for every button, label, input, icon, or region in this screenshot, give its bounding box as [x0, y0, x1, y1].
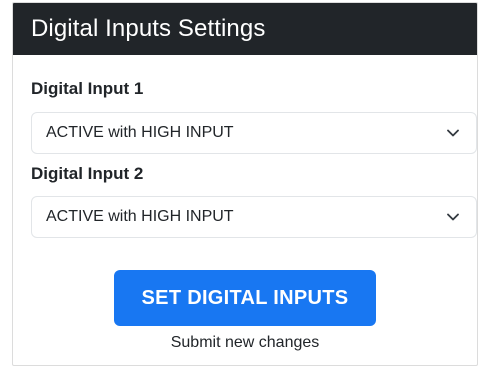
- submit-note: Submit new changes: [170, 334, 320, 351]
- panel-body: Digital Input 1 ACTIVE with HIGH INPUT D…: [13, 55, 477, 352]
- digital-input-2-select[interactable]: ACTIVE with HIGH INPUT: [31, 196, 477, 238]
- panel-title: Digital Inputs Settings: [31, 15, 266, 42]
- set-digital-inputs-button[interactable]: SET DIGITAL INPUTS: [114, 270, 376, 326]
- digital-inputs-settings-panel: Digital Inputs Settings Digital Input 1 …: [12, 2, 478, 366]
- panel-header: Digital Inputs Settings: [13, 3, 477, 55]
- chevron-down-icon: [446, 210, 460, 224]
- actions-area: SET DIGITAL INPUTS Submit new changes: [19, 270, 471, 352]
- digital-input-2-label: Digital Input 2: [31, 164, 144, 183]
- digital-input-1-select[interactable]: ACTIVE with HIGH INPUT: [31, 112, 477, 154]
- digital-input-2-value: ACTIVE with HIGH INPUT: [46, 208, 234, 225]
- digital-input-1-label: Digital Input 1: [31, 79, 144, 98]
- chevron-down-icon: [446, 126, 460, 140]
- digital-input-1-value: ACTIVE with HIGH INPUT: [46, 124, 234, 141]
